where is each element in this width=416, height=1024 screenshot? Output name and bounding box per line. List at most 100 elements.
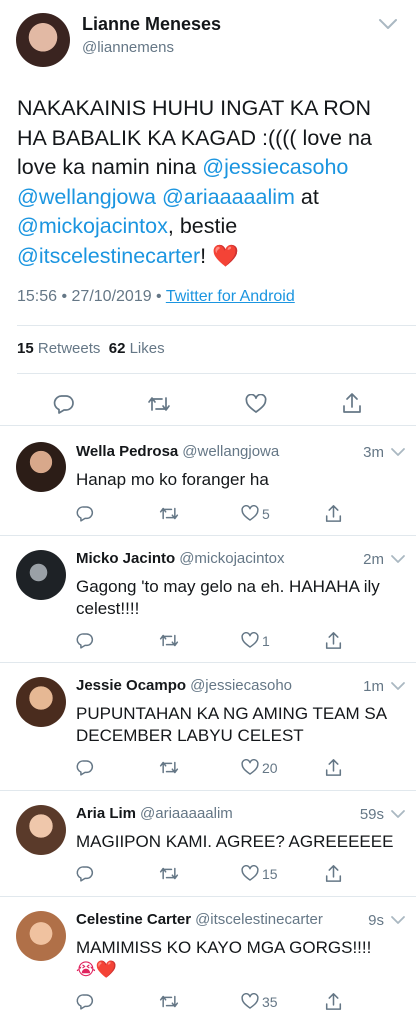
reply-time: 1m	[363, 678, 384, 695]
author-handle[interactable]: @liannemens	[82, 39, 174, 56]
divider	[17, 325, 416, 326]
like-icon[interactable]	[241, 865, 259, 882]
reply-tweet[interactable]: Micko Jacinto @mickojacintox 2m Gagong 't…	[0, 536, 416, 662]
reply-icon[interactable]	[76, 759, 94, 776]
retweet-icon[interactable]	[147, 395, 171, 413]
reply-icon[interactable]	[76, 632, 94, 649]
tweet-meta: 15:56 • 27/10/2019 • Twitter for Android	[17, 288, 295, 306]
mention-link[interactable]: @itscelestinecarter	[17, 244, 200, 268]
client-link[interactable]: Twitter for Android	[166, 288, 295, 305]
share-icon[interactable]	[325, 504, 342, 523]
reply-actions: 1	[0, 632, 416, 652]
chevron-down-icon[interactable]	[390, 554, 406, 564]
mention-link[interactable]: @wellangjowa	[17, 185, 156, 209]
tweet-timestamp: 15:56 • 27/10/2019 •	[17, 288, 166, 305]
mention-link[interactable]: @ariaaaaalim	[162, 185, 295, 209]
retweet-icon[interactable]	[159, 506, 179, 521]
reply-time: 59s	[359, 806, 384, 823]
like-icon[interactable]	[241, 993, 259, 1010]
reply-icon[interactable]	[53, 394, 75, 414]
chevron-down-icon[interactable]	[390, 681, 406, 691]
reply-author[interactable]: Micko Jacinto @mickojacintox	[76, 550, 284, 567]
avatar[interactable]	[16, 13, 70, 67]
reply-text-body: MAMIMISS KO KAYO MGA GORGS!!!!	[76, 938, 372, 957]
reply-tweet[interactable]: Aria Lim @ariaaaaalim 59s MAGIIPON KAMI. …	[0, 791, 416, 896]
like-icon[interactable]	[241, 759, 259, 776]
reply-author-name[interactable]: Aria Lim	[76, 805, 136, 822]
likes-count[interactable]: 62	[109, 340, 126, 357]
main-tweet: Lianne Meneses @liannemens NAKAKAINIS HU…	[0, 0, 416, 425]
tweet-actions	[0, 390, 416, 418]
chevron-down-icon[interactable]	[390, 809, 406, 819]
reply-actions: 35	[0, 993, 416, 1013]
avatar[interactable]	[16, 442, 66, 492]
reply-author[interactable]: Celestine Carter @itscelestinecarter	[76, 911, 323, 928]
retweet-icon[interactable]	[159, 760, 179, 775]
share-icon[interactable]	[325, 992, 342, 1011]
tweet-stats: 15 Retweets 62 Likes	[17, 340, 165, 357]
reply-author-handle[interactable]: @ariaaaaalim	[140, 805, 233, 822]
like-count: 1	[262, 633, 270, 649]
reply-text: MAMIMISS KO KAYO MGA GORGS!!!! 😭❤️	[76, 937, 406, 981]
avatar[interactable]	[16, 911, 66, 961]
reply-actions: 20	[0, 759, 416, 779]
share-icon[interactable]	[325, 631, 342, 650]
reply-author[interactable]: Wella Pedrosa @wellangjowa	[76, 443, 279, 460]
reply-icon[interactable]	[76, 993, 94, 1010]
likes-label[interactable]: Likes	[130, 340, 165, 357]
reply-author-name[interactable]: Wella Pedrosa	[76, 443, 178, 460]
like-count: 35	[262, 994, 278, 1010]
share-icon[interactable]	[325, 758, 342, 777]
tweet-text-part: , bestie	[167, 214, 238, 238]
reply-author[interactable]: Aria Lim @ariaaaaalim	[76, 805, 233, 822]
avatar[interactable]	[16, 677, 66, 727]
divider	[17, 373, 416, 374]
reply-actions: 15	[0, 865, 416, 885]
chevron-down-icon[interactable]	[390, 447, 406, 457]
reply-author-handle[interactable]: @mickojacintox	[179, 550, 284, 567]
tweet-text: NAKAKAINIS HUHU INGAT KA RON HA BABALIK …	[17, 94, 402, 271]
reply-tweet[interactable]: Jessie Ocampo @jessiecasoho 1m PUPUNTAHAN…	[0, 663, 416, 790]
retweet-icon[interactable]	[159, 994, 179, 1009]
avatar[interactable]	[16, 550, 66, 600]
reply-author-name[interactable]: Micko Jacinto	[76, 550, 175, 567]
reply-actions: 5	[0, 505, 416, 525]
like-count: 15	[262, 866, 278, 882]
reply-author-handle[interactable]: @jessiecasoho	[190, 677, 292, 694]
reply-time: 3m	[363, 444, 384, 461]
reply-tweet[interactable]: Celestine Carter @itscelestinecarter 9s M…	[0, 897, 416, 1024]
share-icon[interactable]	[325, 864, 342, 883]
retweets-count[interactable]: 15	[17, 340, 34, 357]
reply-tweet[interactable]: Wella Pedrosa @wellangjowa 3m Hanap mo ko…	[0, 426, 416, 535]
author-name[interactable]: Lianne Meneses	[82, 14, 221, 35]
chevron-down-icon[interactable]	[378, 18, 398, 30]
reply-time: 2m	[363, 551, 384, 568]
share-icon[interactable]	[342, 392, 362, 414]
tweet-text-part: !	[200, 243, 213, 268]
reply-text: MAGIIPON KAMI. AGREE? AGREEEEEE	[76, 832, 394, 851]
like-icon[interactable]	[245, 394, 267, 414]
chevron-down-icon[interactable]	[390, 915, 406, 925]
reply-text: PUPUNTAHAN KA NG AMING TEAM SA DECEMBER …	[76, 704, 387, 745]
reply-text: Hanap mo ko foranger ha	[76, 470, 269, 489]
retweets-label[interactable]: Retweets	[38, 340, 101, 357]
reply-icon[interactable]	[76, 505, 94, 522]
reply-text: Gagong 'to may gelo na eh. HAHAHA ily ce…	[76, 577, 380, 618]
retweet-icon[interactable]	[159, 866, 179, 881]
reply-author-name[interactable]: Celestine Carter	[76, 911, 191, 928]
reply-author-handle[interactable]: @wellangjowa	[182, 443, 279, 460]
mention-link[interactable]: @mickojacintox	[17, 214, 168, 238]
avatar[interactable]	[16, 805, 66, 855]
reply-time: 9s	[368, 912, 384, 929]
reply-author-name[interactable]: Jessie Ocampo	[76, 677, 186, 694]
tweet-text-part: at	[294, 184, 319, 209]
like-icon[interactable]	[241, 632, 259, 649]
reply-author-handle[interactable]: @itscelestinecarter	[195, 911, 323, 928]
retweet-icon[interactable]	[159, 633, 179, 648]
reply-icon[interactable]	[76, 865, 94, 882]
reply-author[interactable]: Jessie Ocampo @jessiecasoho	[76, 677, 292, 694]
like-icon[interactable]	[241, 505, 259, 522]
mention-link[interactable]: @jessiecasoho	[202, 155, 348, 179]
heart-emoji: ❤️	[212, 243, 239, 268]
like-count: 20	[262, 760, 278, 776]
